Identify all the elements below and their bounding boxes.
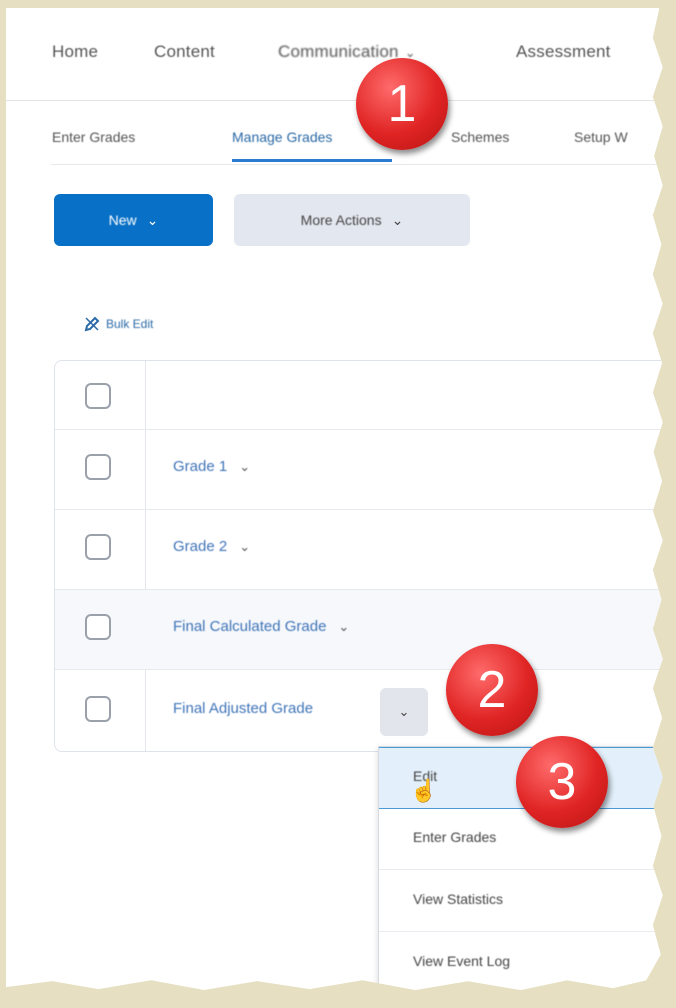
chevron-down-icon: ⌄: [398, 704, 410, 719]
more-actions-button[interactable]: More Actions ⌄: [234, 194, 470, 246]
step-number: 3: [547, 753, 577, 811]
chevron-down-icon[interactable]: ⌄: [239, 539, 250, 554]
chevron-down-icon: ⌄: [391, 211, 404, 228]
grade-item-link[interactable]: Final Adjusted Grade: [173, 700, 313, 717]
grade-item-link[interactable]: Final Calculated Grade ⌄: [173, 618, 349, 635]
new-button[interactable]: New ⌄: [54, 194, 213, 246]
bulk-edit-icon: [84, 316, 100, 332]
grade-item-link[interactable]: Grade 2 ⌄: [173, 538, 250, 555]
tab-manage-grades[interactable]: Manage Grades: [232, 129, 332, 145]
tab-schemes[interactable]: Schemes: [451, 129, 509, 145]
app-panel: Home Content Communication ⌄ Assessment E…: [6, 8, 663, 991]
context-menu-toggle[interactable]: ⌄: [380, 688, 428, 736]
table-row: Final Adjusted Grade: [55, 669, 663, 752]
bulk-edit-label: Bulk Edit: [106, 317, 154, 331]
active-tab-indicator: [232, 159, 392, 162]
nav-communication-label: Communication: [278, 42, 399, 61]
nav-assessment[interactable]: Assessment: [516, 42, 611, 62]
grade-item-label: Final Adjusted Grade: [173, 700, 314, 717]
menu-item-enter-grades[interactable]: Enter Grades: [379, 809, 663, 870]
chevron-down-icon: ⌄: [146, 211, 159, 228]
chevron-down-icon[interactable]: ⌄: [338, 619, 349, 634]
menu-item-label: View Statistics: [413, 891, 503, 907]
select-all-checkbox[interactable]: [85, 383, 111, 409]
tab-setup-wizard[interactable]: Setup W: [574, 129, 628, 145]
nav-home[interactable]: Home: [52, 42, 98, 62]
row-checkbox[interactable]: [85, 454, 111, 480]
row-checkbox[interactable]: [85, 614, 111, 640]
table-row: Final Calculated Grade ⌄: [55, 589, 663, 670]
menu-item-label: View Event Log: [413, 953, 511, 969]
bulk-edit-link[interactable]: Bulk Edit: [84, 316, 153, 332]
table-row: Grade 1 ⌄: [55, 429, 663, 510]
tab-enter-grades[interactable]: Enter Grades: [52, 129, 135, 145]
hand-cursor-icon: ☝: [410, 778, 438, 803]
tabs-divider: [51, 164, 663, 165]
top-navigation: Home Content Communication ⌄ Assessment: [6, 36, 663, 76]
grade-item-label: Grade 2: [173, 538, 228, 555]
grade-item-label: Final Calculated Grade: [173, 618, 327, 635]
table-row: Grade 2 ⌄: [55, 509, 663, 590]
row-checkbox[interactable]: [85, 534, 111, 560]
grade-item-link[interactable]: Grade 1 ⌄: [173, 458, 250, 475]
chevron-down-icon[interactable]: ⌄: [239, 459, 250, 474]
menu-item-view-event-log[interactable]: View Event Log: [379, 933, 663, 990]
step-number: 1: [387, 75, 417, 133]
step-number: 2: [477, 661, 507, 719]
step-badge-2: 2: [446, 644, 538, 736]
menu-item-label: Enter Grades: [413, 829, 497, 845]
menu-item-view-statistics[interactable]: View Statistics: [379, 871, 663, 932]
more-actions-label: More Actions: [300, 212, 382, 228]
nav-content[interactable]: Content: [154, 42, 215, 62]
grade-item-label: Grade 1: [173, 458, 228, 475]
step-badge-1: 1: [356, 58, 448, 150]
row-checkbox[interactable]: [85, 696, 111, 722]
step-badge-3: 3: [516, 736, 608, 828]
nav-divider: [6, 100, 663, 101]
grades-table: Grade 1 ⌄ Grade 2 ⌄ Final Calculated Grade…: [54, 360, 663, 752]
new-button-label: New: [108, 212, 137, 228]
